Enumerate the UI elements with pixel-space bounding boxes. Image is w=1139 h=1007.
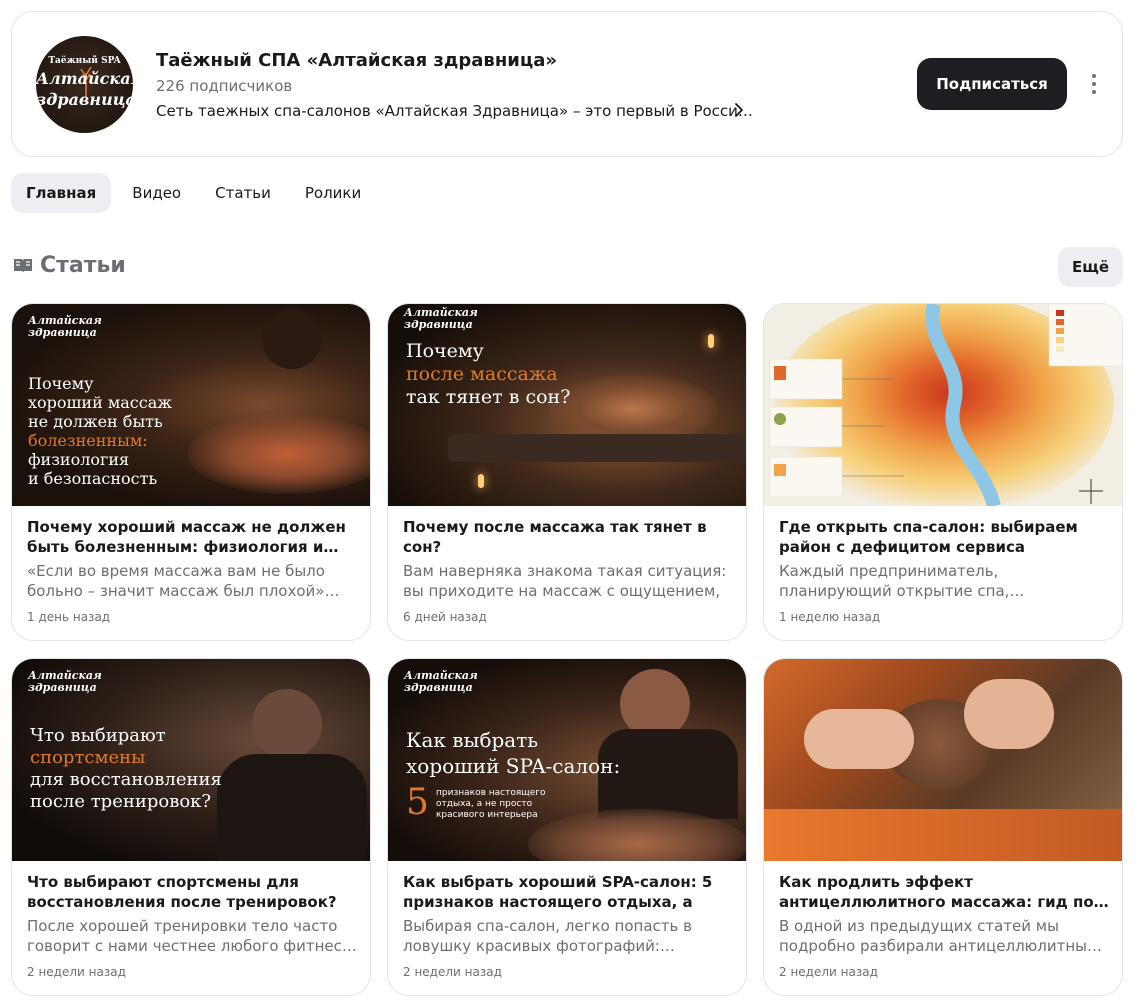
thumbnail-caption: Почему хороший массаж не должен быть бол… [28,374,172,488]
thumbnail-caption: Что выбирают спортсмены для восстановлен… [30,725,222,812]
article-date: 2 недели назад [403,965,502,979]
article-title[interactable]: Как продлить эффект антицеллюлитного мас… [779,872,1109,912]
article-date: 2 недели назад [779,965,878,979]
article-thumbnail[interactable]: Алтайская здравница Почему хороший массаж… [12,304,370,506]
thumbnail-hand [964,679,1054,749]
article-thumbnail[interactable]: Алтайская здравница Как выбрать хороший S… [388,659,746,861]
article-date: 1 неделю назад [779,610,881,624]
thumbnail-caption: Как выбрать хороший SPA-салон: [406,728,621,778]
article-snippet: «Если во время массажа вам не было больн… [27,562,340,600]
subscribe-button[interactable]: Подписаться [917,58,1067,110]
article-card[interactable]: Алтайская здравница Почему после массажа … [387,303,747,641]
avatar-line-1: Алтайская [36,69,133,88]
candle-icon [708,334,714,348]
tab-shorts[interactable]: Ролики [290,173,376,213]
article-thumbnail[interactable]: Алтайская здравница Что выбирают спортсме… [12,659,370,861]
thumbnail-brand: Алтайская здравница [404,669,478,694]
thumbnail-brand: Алтайская здравница [28,314,102,339]
article-title[interactable]: Как выбрать хороший SPA-салон: 5 признак… [403,872,733,912]
channel-tabs: Главная Видео Статьи Ролики [11,173,376,213]
article-snippet: Каждый предприниматель, планирующий откр… [779,562,1025,600]
chevron-right-icon[interactable] [732,101,746,119]
article-date: 2 недели назад [27,965,126,979]
article-snippet: В одной из предыдущих статей мы подробно… [779,917,1103,955]
article-card[interactable]: Алтайская здравница Почему хороший массаж… [11,303,371,641]
article-thumbnail[interactable] [764,659,1122,861]
candle-icon [478,474,484,488]
thumbnail-figure [187,414,370,494]
article-title[interactable]: Почему после массажа так тянет в сон? [403,517,733,557]
article-card[interactable]: Как продлить эффект антицеллюлитного мас… [763,658,1123,996]
article-card[interactable]: Где открыть спа-салон: выбираем район с … [763,303,1123,641]
book-icon [14,259,32,273]
channel-avatar[interactable]: Таёжный SPA Алтайская здравница [36,36,133,133]
article-snippet: После хорошей тренировки тело часто гово… [27,917,357,955]
avatar-line-2: здравница [36,90,133,109]
tab-articles[interactable]: Статьи [200,173,286,213]
article-thumbnail[interactable]: Алтайская здравница Почему после массажа … [388,304,746,506]
article-card[interactable]: Алтайская здравница Как выбрать хороший S… [387,658,747,996]
subscriber-count: 226 подписчиков [156,77,293,95]
section-title: Статьи [40,253,126,278]
article-snippet: Вам наверняка знакома такая ситуация: вы… [403,562,727,600]
thumbnail-brand: Алтайская здравница [404,306,478,331]
article-date: 1 день назад [27,610,111,624]
thumbnail-figure [252,689,322,759]
thumbnail-figure [262,309,322,369]
thumbnail-number: 5 [406,782,429,823]
thumbnail-subcaption: признаков настоящего отдыха, а не просто… [436,788,546,820]
tab-home[interactable]: Главная [11,173,112,213]
article-thumbnail[interactable] [764,304,1122,506]
thumbnail-table [448,434,746,462]
article-card[interactable]: Алтайская здравница Что выбирают спортсме… [11,658,371,996]
tab-video[interactable]: Видео [117,173,196,213]
thumbnail-towel [764,809,1122,861]
heatmap-illustration [764,304,1122,506]
thumbnail-brand: Алтайская здравница [28,669,102,694]
article-snippet: Выбирая спа-салон, легко попасть в ловуш… [403,917,692,955]
article-title[interactable]: Почему хороший массаж не должен быть бол… [27,517,357,557]
article-title[interactable]: Что выбирают спортсмены для восстановлен… [27,872,357,912]
channel-title[interactable]: Таёжный СПА «Алтайская здравница» [156,50,557,71]
thumbnail-hand [804,709,914,769]
more-articles-button[interactable]: Ещё [1058,247,1123,287]
article-date: 6 дней назад [403,610,487,624]
thumbnail-figure [217,754,367,861]
thumbnail-caption: Почему после массажа так тянет в сон? [406,340,571,408]
article-title[interactable]: Где открыть спа-салон: выбираем район с … [779,517,1109,557]
channel-header: Таёжный SPA Алтайская здравница Таёжный … [11,11,1123,157]
more-options-icon[interactable] [1082,69,1106,99]
channel-description[interactable]: Сеть таежных спа-салонов «Алтайская Здра… [156,102,753,120]
